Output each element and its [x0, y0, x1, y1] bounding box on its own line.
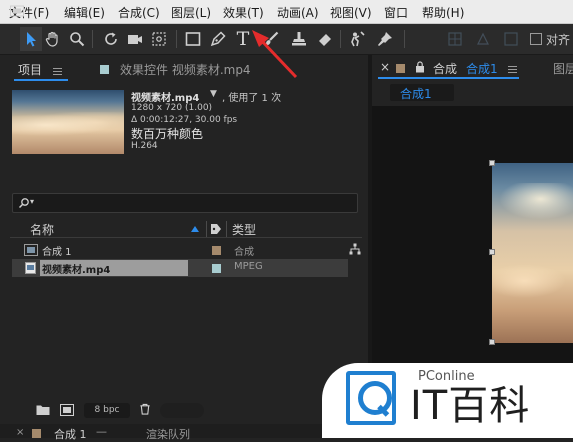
item-name: 合成 1 [42, 247, 72, 258]
footage-codec: H.264 [131, 141, 158, 151]
timeline-color-icon [32, 429, 41, 438]
footage-thumbnail [12, 90, 124, 154]
menu-composition[interactable]: 合成(C) [118, 4, 160, 21]
hand-tool-icon[interactable] [42, 27, 64, 51]
composition-panel-header: × 合成 合成1 图层 合成1 [372, 55, 573, 106]
project-item-row-selected[interactable]: 视频素材.mp4 MPEG [12, 259, 348, 277]
lock-icon[interactable] [415, 61, 425, 73]
camera-tool-icon[interactable] [124, 27, 146, 51]
footage-colors: 数百万种颜色 [131, 127, 204, 141]
composition-color-icon [396, 64, 405, 73]
selection-tool-icon[interactable] [20, 27, 42, 51]
close-icon[interactable]: × [380, 60, 390, 74]
close-icon[interactable]: × [16, 427, 24, 438]
footage-icon [25, 262, 36, 274]
thumbnail-size-slider[interactable] [160, 403, 204, 418]
world-axis-icon[interactable] [472, 27, 494, 51]
project-item-row[interactable]: 合成 1 合成 [12, 241, 348, 259]
column-divider [226, 221, 227, 237]
search-icon [18, 198, 29, 209]
tab-project-underline [14, 79, 68, 81]
rotate-tool-icon[interactable] [100, 27, 122, 51]
transform-handle[interactable] [489, 249, 495, 255]
menu-layer[interactable]: 图层(L) [171, 4, 211, 21]
new-folder-icon[interactable] [36, 404, 50, 416]
snap-checkbox[interactable] [530, 33, 542, 45]
menu-bar: 文件(F) 编辑(E) 合成(C) 图层(L) 效果(T) 动画(A) 视图(V… [0, 0, 573, 24]
item-type: MPEG [234, 261, 263, 272]
pconline-logo-icon [346, 371, 396, 425]
toolbar-divider [404, 30, 405, 48]
menu-window[interactable]: 窗口 [384, 4, 408, 21]
rectangle-tool-icon[interactable] [182, 27, 204, 51]
project-panel-tabs: 项目 效果控件 视频素材.mp4 [0, 59, 368, 83]
local-axis-icon[interactable] [444, 27, 466, 51]
toolbar-divider [176, 30, 177, 48]
bit-depth-button[interactable]: 8 bpc [84, 403, 130, 418]
menu-effect[interactable]: 效果(T) [223, 4, 264, 21]
project-column-header: 名称 类型 [10, 221, 362, 238]
item-type: 合成 [234, 247, 254, 258]
pan-behind-tool-icon[interactable] [148, 27, 170, 51]
tab-composition-name[interactable]: 合成1 [466, 60, 498, 77]
view-axis-icon[interactable] [500, 27, 522, 51]
interpret-footage-icon[interactable] [10, 5, 24, 17]
footage-dropdown-icon[interactable]: ▼ [210, 89, 217, 99]
new-composition-icon[interactable] [60, 404, 74, 416]
column-name[interactable]: 名称 [30, 221, 54, 238]
text-tool-glyph: T [236, 28, 250, 50]
pen-tool-icon[interactable] [207, 27, 229, 51]
composition-panel-menu-icon[interactable] [508, 66, 517, 73]
footage-name: 视频素材.mp4 [131, 93, 200, 104]
menu-animation[interactable]: 动画(A) [277, 4, 319, 21]
tab-composition-underline [378, 77, 519, 79]
tab-project[interactable]: 项目 [18, 61, 42, 78]
label-color-swatch[interactable] [212, 264, 221, 273]
footage-duration: Δ 0:00:12:27, 30.00 fps [131, 115, 238, 125]
transform-handle[interactable] [489, 160, 495, 166]
snap-label: 对齐 [546, 33, 571, 47]
brush-tool-icon[interactable] [260, 27, 282, 51]
watermark-brand: PConline [418, 369, 475, 384]
item-name: 视频素材.mp4 [42, 265, 111, 276]
tab-layer[interactable]: 图层 [553, 60, 573, 77]
eraser-tool-icon[interactable] [314, 27, 336, 51]
label-color-swatch[interactable] [212, 246, 221, 255]
toolbar-divider [340, 30, 341, 48]
menu-edit[interactable]: 编辑(E) [64, 4, 105, 21]
watermark-title: IT百科 [410, 383, 531, 429]
trash-icon[interactable] [138, 403, 152, 415]
label-tag-icon[interactable] [210, 223, 222, 235]
effect-controls-color-icon [100, 65, 109, 74]
puppet-pin-tool-icon[interactable] [374, 27, 396, 51]
tab-effect-controls[interactable]: 效果控件 视频素材.mp4 [120, 61, 251, 78]
tools-toolbar: T 对齐 [0, 24, 573, 55]
clone-stamp-tool-icon[interactable] [288, 27, 310, 51]
footage-usage: , 使用了 1 次 [222, 93, 282, 104]
column-divider [206, 221, 207, 237]
search-dropdown-icon[interactable]: ▾ [30, 197, 34, 206]
flowchart-icon[interactable] [349, 243, 361, 255]
composition-icon [24, 244, 38, 256]
project-search-input[interactable]: ▾ [12, 193, 358, 213]
tab-timeline-composition[interactable]: 合成 1 [54, 426, 87, 442]
tab-composition[interactable]: 合成 [433, 60, 457, 77]
breadcrumb-composition-name: 合成1 [400, 87, 432, 101]
project-panel-menu-icon[interactable] [53, 68, 62, 75]
text-tool-icon[interactable]: T [232, 27, 254, 51]
zoom-tool-icon[interactable] [66, 27, 88, 51]
composition-breadcrumb[interactable]: 合成1 [390, 84, 454, 101]
roto-brush-tool-icon[interactable] [346, 27, 368, 51]
footage-dimensions: 1280 x 720 (1.00) [131, 103, 213, 113]
footage-frame-preview[interactable] [492, 163, 573, 343]
sort-ascending-icon[interactable] [190, 225, 200, 233]
transform-handle[interactable] [489, 339, 495, 345]
tab-render-queue[interactable]: 渲染队列 [146, 426, 190, 442]
column-type[interactable]: 类型 [232, 221, 256, 238]
toolbar-divider [92, 30, 93, 48]
timeline-menu-icon[interactable]: — [96, 425, 107, 438]
menu-view[interactable]: 视图(V) [330, 4, 372, 21]
menu-help[interactable]: 帮助(H) [422, 4, 464, 21]
